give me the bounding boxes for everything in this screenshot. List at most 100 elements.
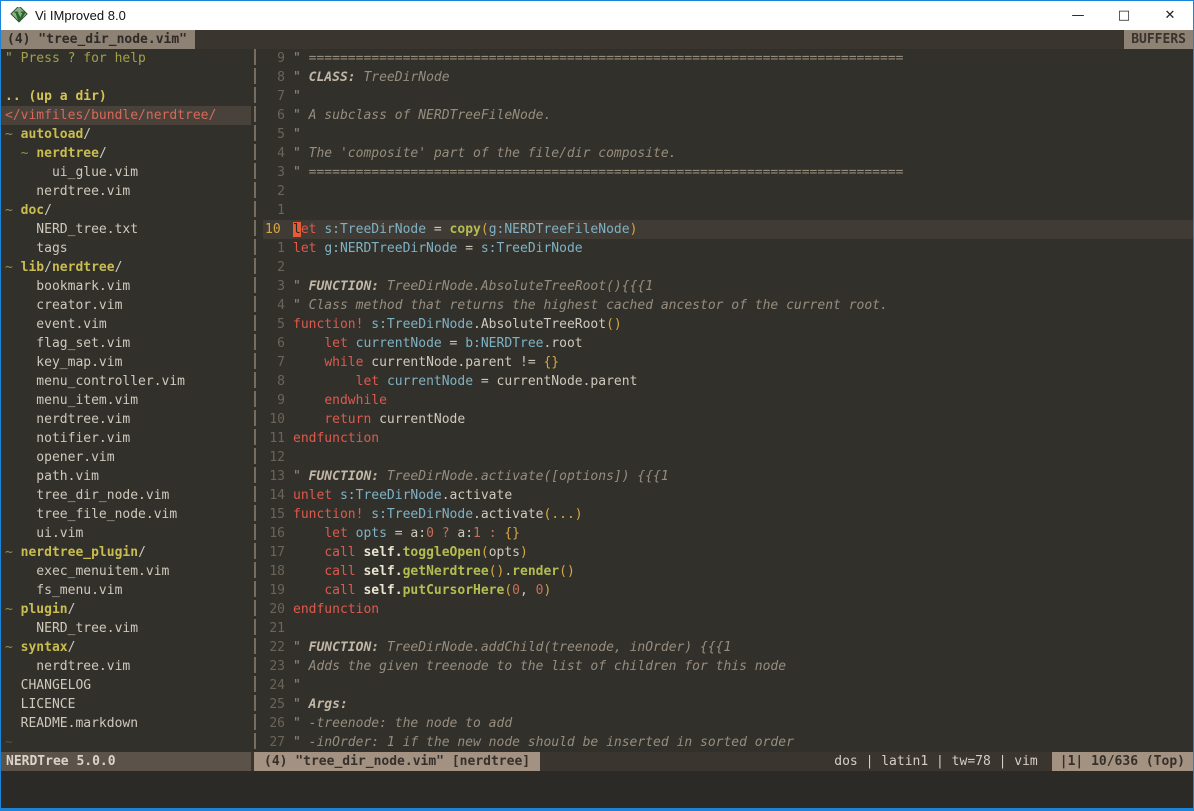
tree-item[interactable]: ui_glue.vim xyxy=(5,163,251,182)
window-split-separator[interactable] xyxy=(251,49,263,752)
tree-item[interactable]: nerdtree.vim xyxy=(5,410,251,429)
tree-item[interactable]: ui.vim xyxy=(5,524,251,543)
maximize-button[interactable]: □ xyxy=(1101,1,1147,30)
tree-item[interactable]: key_map.vim xyxy=(5,353,251,372)
text-segment xyxy=(379,374,387,389)
tree-item[interactable]: notifier.vim xyxy=(5,429,251,448)
line-number: 23 xyxy=(263,657,293,676)
tree-item[interactable]: .. (up a dir) xyxy=(5,87,251,106)
tree-item[interactable]: README.markdown xyxy=(5,714,251,733)
line-number: 1 xyxy=(263,201,293,220)
text-segment: . xyxy=(504,564,512,579)
code-line[interactable]: 8 let currentNode = currentNode.parent xyxy=(263,372,1193,391)
code-line[interactable]: 5function! s:TreeDirNode.AbsoluteTreeRoo… xyxy=(263,315,1193,334)
tab-tree-dir-node[interactable]: (4) "tree_dir_node.vim" xyxy=(1,30,195,49)
code-line[interactable]: 23" Adds the given treenode to the list … xyxy=(263,657,1193,676)
line-number: 9 xyxy=(263,49,293,68)
line-number: 17 xyxy=(263,543,293,562)
code-line[interactable]: 9 endwhile xyxy=(263,391,1193,410)
text-segment: getNerdtree xyxy=(403,564,489,579)
code-line[interactable]: 4" The 'composite' part of the file/dir … xyxy=(263,144,1193,163)
tree-item[interactable]: ~ autoload/ xyxy=(5,125,251,144)
code-line[interactable]: 3" FUNCTION: TreeDirNode.AbsoluteTreeRoo… xyxy=(263,277,1193,296)
code-line[interactable]: 24" xyxy=(263,676,1193,695)
code-line[interactable]: 7 while currentNode.parent != {} xyxy=(263,353,1193,372)
code-line[interactable]: 20endfunction xyxy=(263,600,1193,619)
code-text: " -inOrder: 1 if the new node should be … xyxy=(293,733,1193,752)
tree-item[interactable]: creator.vim xyxy=(5,296,251,315)
code-text xyxy=(293,201,1193,220)
code-line[interactable]: 21 xyxy=(263,619,1193,638)
tree-item[interactable]: CHANGELOG xyxy=(5,676,251,695)
tree-item[interactable]: ~ xyxy=(5,733,251,752)
tree-item[interactable]: ~ syntax/ xyxy=(5,638,251,657)
tree-item[interactable]: NERD_tree.vim xyxy=(5,619,251,638)
code-line[interactable]: 15function! s:TreeDirNode.activate(...) xyxy=(263,505,1193,524)
tree-item[interactable]: nerdtree.vim xyxy=(5,657,251,676)
code-line[interactable]: 4" Class method that returns the highest… xyxy=(263,296,1193,315)
tree-item[interactable]: nerdtree.vim xyxy=(5,182,251,201)
code-text xyxy=(293,182,1193,201)
code-line[interactable]: 7" xyxy=(263,87,1193,106)
tree-item[interactable]: flag_set.vim xyxy=(5,334,251,353)
line-number: 9 xyxy=(263,391,293,410)
code-line[interactable]: 22" FUNCTION: TreeDirNode.addChild(treen… xyxy=(263,638,1193,657)
code-line[interactable]: 2 xyxy=(263,182,1193,201)
tree-item[interactable]: fs_menu.vim xyxy=(5,581,251,600)
tree-item[interactable]: tree_dir_node.vim xyxy=(5,486,251,505)
text-segment: " -treenode: the node to add xyxy=(293,716,512,731)
tree-item[interactable]: tree_file_node.vim xyxy=(5,505,251,524)
tree-item[interactable]: LICENCE xyxy=(5,695,251,714)
tree-item[interactable]: menu_controller.vim xyxy=(5,372,251,391)
text-segment: key_map.vim xyxy=(5,355,122,370)
text-segment xyxy=(348,336,356,351)
code-line[interactable]: 11endfunction xyxy=(263,429,1193,448)
code-line[interactable]: 25" Args: xyxy=(263,695,1193,714)
code-line[interactable]: 9" =====================================… xyxy=(263,49,1193,68)
tree-item[interactable]: path.vim xyxy=(5,467,251,486)
text-segment: b:NERDTree xyxy=(465,336,543,351)
text-segment: () xyxy=(559,564,575,579)
code-text: " Args: xyxy=(293,695,1193,714)
tree-item[interactable]: NERD_tree.txt xyxy=(5,220,251,239)
code-line[interactable]: 26" -treenode: the node to add xyxy=(263,714,1193,733)
code-line[interactable]: 18 call self.getNerdtree().render() xyxy=(263,562,1193,581)
code-line[interactable]: 5" xyxy=(263,125,1193,144)
code-line[interactable]: 12 xyxy=(263,448,1193,467)
close-button[interactable]: ✕ xyxy=(1147,1,1193,30)
code-line[interactable]: 10 return currentNode xyxy=(263,410,1193,429)
code-line[interactable]: 1let g:NERDTreeDirNode = s:TreeDirNode xyxy=(263,239,1193,258)
code-line[interactable]: 8" CLASS: TreeDirNode xyxy=(263,68,1193,87)
tree-item[interactable]: menu_item.vim xyxy=(5,391,251,410)
tree-item[interactable]: ~ plugin/ xyxy=(5,600,251,619)
code-line-current[interactable]: 10let s:TreeDirNode = copy(g:NERDTreeFil… xyxy=(263,220,1193,239)
code-text: " Adds the given treenode to the list of… xyxy=(293,657,1193,676)
tree-item[interactable]: ~ nerdtree/ xyxy=(5,144,251,163)
code-line[interactable]: 16 let opts = a:0 ? a:1 : {} xyxy=(263,524,1193,543)
tree-item[interactable]: ~ doc/ xyxy=(5,201,251,220)
code-line[interactable]: 2 xyxy=(263,258,1193,277)
tree-item[interactable]: event.vim xyxy=(5,315,251,334)
code-line[interactable]: 6 let currentNode = b:NERDTree.root xyxy=(263,334,1193,353)
tree-item[interactable]: ~ lib/nerdtree/ xyxy=(5,258,251,277)
code-line[interactable]: 3" =====================================… xyxy=(263,163,1193,182)
tree-item[interactable]: " Press ? for help xyxy=(5,49,251,68)
text-segment: " xyxy=(293,678,301,693)
code-line[interactable]: 14unlet s:TreeDirNode.activate xyxy=(263,486,1193,505)
code-line[interactable]: 6" A subclass of NERDTreeFileNode. xyxy=(263,106,1193,125)
tree-item[interactable]: </vimfiles/bundle/nerdtree/ xyxy=(1,106,251,125)
code-line[interactable]: 19 call self.putCursorHere(0, 0) xyxy=(263,581,1193,600)
code-line[interactable]: 1 xyxy=(263,201,1193,220)
code-line[interactable]: 27" -inOrder: 1 if the new node should b… xyxy=(263,733,1193,752)
text-segment: , xyxy=(520,583,536,598)
tree-item[interactable]: ~ nerdtree_plugin/ xyxy=(5,543,251,562)
tree-item[interactable]: tags xyxy=(5,239,251,258)
minimize-button[interactable]: — xyxy=(1055,1,1101,30)
tree-item[interactable]: bookmark.vim xyxy=(5,277,251,296)
text-segment: tree_dir_node.vim xyxy=(5,488,169,503)
command-line[interactable] xyxy=(1,771,1193,808)
code-line[interactable]: 17 call self.toggleOpen(opts) xyxy=(263,543,1193,562)
code-line[interactable]: 13" FUNCTION: TreeDirNode.activate([opti… xyxy=(263,467,1193,486)
tree-item[interactable]: exec_menuitem.vim xyxy=(5,562,251,581)
tree-item[interactable]: opener.vim xyxy=(5,448,251,467)
